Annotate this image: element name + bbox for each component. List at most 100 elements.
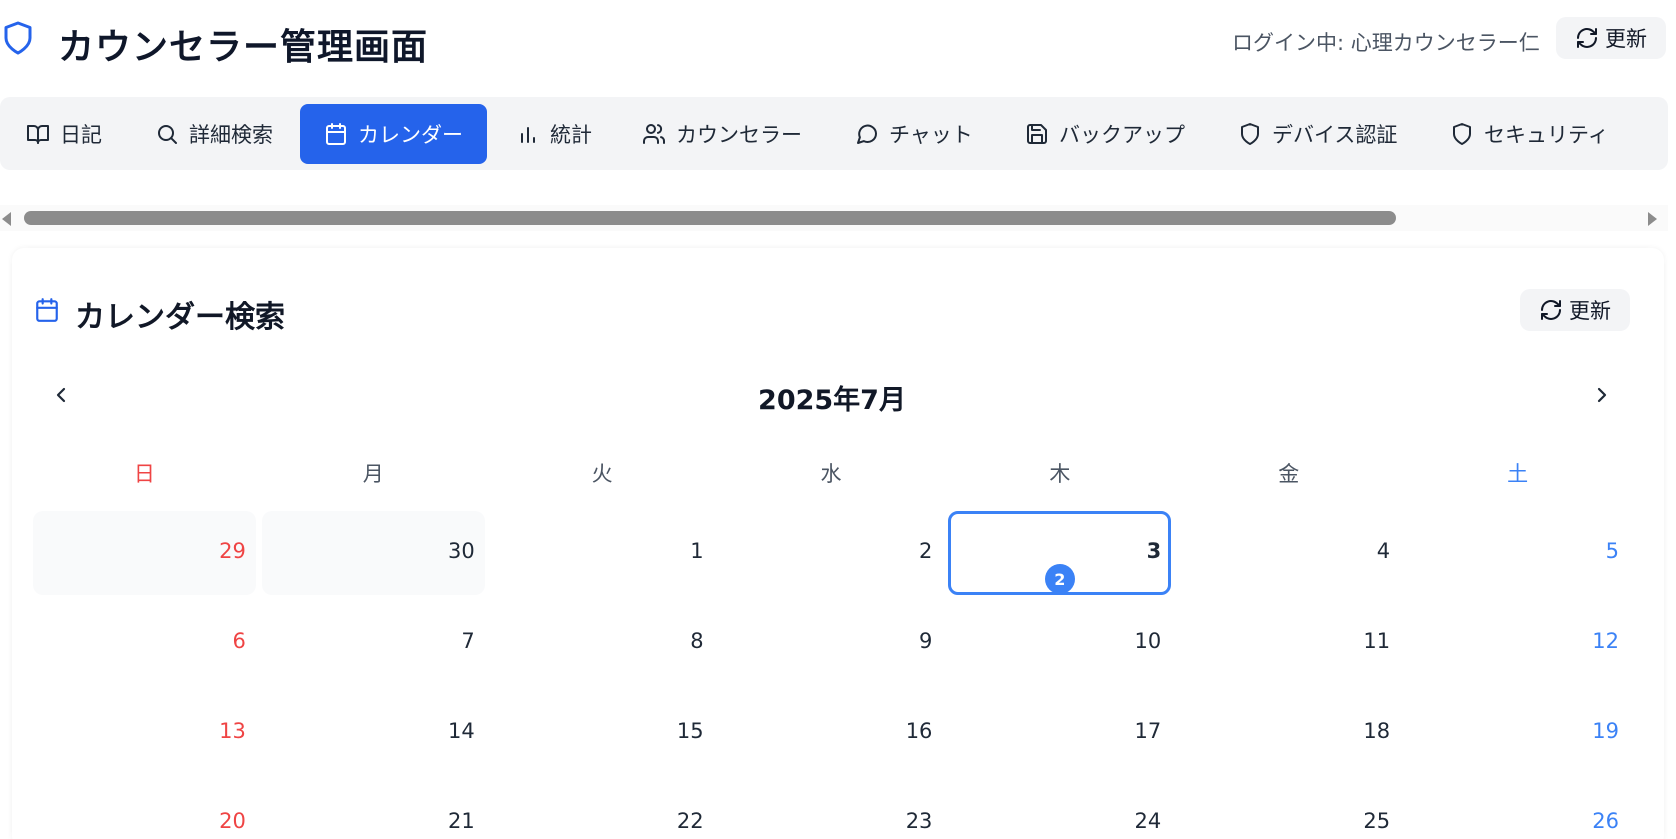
day-number: 8 — [690, 629, 704, 653]
day-number: 16 — [905, 719, 933, 743]
tab-statistics[interactable]: 統計 — [504, 104, 604, 164]
calendar-day[interactable]: 2 — [720, 511, 943, 595]
weekday-label: 水 — [820, 462, 842, 486]
tab-label: チャット — [889, 123, 973, 147]
calendar-day[interactable]: 26 — [1406, 781, 1629, 839]
tab-chat[interactable]: チャット — [843, 104, 985, 164]
tab-backup[interactable]: バックアップ — [1013, 104, 1197, 164]
calendar-day[interactable]: 29 — [33, 511, 256, 595]
entry-count-badge: 2 — [1044, 564, 1075, 594]
shield-icon — [4, 21, 32, 55]
tab-device-auth[interactable]: デバイス認証 — [1226, 104, 1409, 164]
next-month-button[interactable] — [1587, 380, 1617, 410]
scroll-left-arrow-icon[interactable] — [2, 212, 11, 226]
day-number: 12 — [1592, 629, 1619, 653]
calendar-day-today[interactable]: 32 — [948, 511, 1172, 595]
calendar-day[interactable]: 17 — [948, 691, 1171, 775]
day-number: 22 — [676, 809, 704, 833]
calendar-day[interactable]: 6 — [33, 601, 256, 685]
calendar-day[interactable]: 24 — [948, 781, 1171, 839]
weekday-label: 土 — [1507, 462, 1529, 486]
calendar-day[interactable]: 14 — [262, 691, 485, 775]
calendar-day[interactable]: 13 — [33, 691, 256, 775]
calendar-day[interactable]: 20 — [33, 781, 256, 839]
tab-diary[interactable]: 日記 — [14, 104, 114, 164]
calendar-day[interactable]: 4 — [1177, 511, 1400, 595]
calendar-grid: 29 30 1 2 3 2 4 5 6 7 8 9 10 11 12 13 14 15 16 17 18 19 20 21 22… — [33, 511, 1629, 839]
weekday-header: 日 月 火 水 木 金 土 — [33, 458, 1629, 488]
day-number: 26 — [1592, 809, 1619, 833]
day-number: 24 — [1134, 809, 1162, 833]
calendar-icon — [326, 123, 346, 145]
tab-label: バックアップ — [1059, 123, 1185, 147]
tab-label: 日記 — [60, 123, 102, 147]
calendar-day[interactable]: 18 — [1177, 691, 1400, 775]
calendar-day[interactable]: 8 — [491, 601, 714, 685]
refresh-label: 更新 — [1605, 27, 1647, 51]
tab-calendar[interactable]: カレンダー — [300, 104, 487, 164]
day-number: 30 — [447, 539, 475, 563]
refresh-label: 更新 — [1569, 299, 1611, 323]
tab-bar: 日記 詳細検索 カレンダー 統計 カウンセラー チャット バックアップ デバイス… — [0, 97, 1668, 170]
refresh-icon — [1577, 28, 1597, 48]
day-number: 7 — [461, 629, 475, 653]
calendar-day[interactable]: 25 — [1177, 781, 1400, 839]
day-number: 10 — [1134, 629, 1162, 653]
calendar-day[interactable]: 21 — [262, 781, 485, 839]
day-number: 5 — [1605, 539, 1619, 563]
tab-label: セキュリティ — [1484, 123, 1609, 147]
calendar-day[interactable]: 19 — [1406, 691, 1629, 775]
calendar-day[interactable]: 30 — [261, 511, 485, 595]
tab-label: カウンセラー — [676, 123, 802, 147]
month-label: 2025年7月 — [758, 385, 906, 416]
day-number: 4 — [1376, 539, 1391, 563]
calendar-day[interactable]: 15 — [491, 691, 714, 775]
day-number: 23 — [905, 809, 933, 833]
weekday-label: 火 — [591, 462, 613, 486]
calendar-day[interactable]: 11 — [1177, 601, 1400, 685]
weekday-label: 日 — [133, 462, 155, 486]
weekday-label: 木 — [1049, 462, 1071, 486]
calendar-day[interactable]: 7 — [262, 601, 485, 685]
day-number: 2 — [919, 539, 933, 563]
tab-overflow[interactable] — [1654, 104, 1668, 164]
calendar-day[interactable]: 22 — [491, 781, 714, 839]
calendar-refresh-button[interactable]: 更新 — [1520, 289, 1630, 331]
tab-scrollbar[interactable] — [0, 205, 1668, 231]
tab-label: デバイス認証 — [1272, 123, 1398, 147]
scrollbar-thumb[interactable] — [24, 211, 1396, 225]
day-number: 14 — [447, 719, 475, 743]
day-number: 11 — [1363, 629, 1391, 653]
calendar-day[interactable]: 10 — [948, 601, 1171, 685]
day-number: 17 — [1134, 719, 1162, 743]
tab-label: 詳細検索 — [189, 123, 273, 147]
calendar-title: カレンダー検索 — [75, 300, 285, 335]
users-icon — [643, 124, 666, 144]
login-status: ログイン中: 心理カウンセラー仁 — [1232, 31, 1540, 55]
calendar-day[interactable]: 12 — [1406, 601, 1629, 685]
day-number: 9 — [919, 629, 933, 653]
book-open-icon — [27, 125, 49, 144]
day-number: 25 — [1363, 809, 1391, 833]
calendar-day[interactable]: 9 — [720, 601, 943, 685]
save-icon — [1027, 124, 1047, 144]
header-refresh-button[interactable]: 更新 — [1556, 17, 1666, 59]
day-number: 13 — [219, 719, 246, 743]
tab-counselors[interactable]: カウンセラー — [630, 104, 814, 164]
calendar-day[interactable]: 23 — [720, 781, 943, 839]
day-number: 18 — [1363, 719, 1391, 743]
calendar-icon — [36, 298, 58, 322]
tab-advanced-search[interactable]: 詳細検索 — [143, 104, 285, 164]
shield-icon — [1453, 123, 1471, 145]
tab-security[interactable]: セキュリティ — [1438, 104, 1621, 164]
day-number: 6 — [232, 629, 246, 653]
search-icon — [158, 125, 177, 144]
tab-label: 統計 — [550, 123, 592, 147]
calendar-day[interactable]: 5 — [1406, 511, 1629, 595]
calendar-day[interactable]: 16 — [720, 691, 943, 775]
scroll-right-arrow-icon[interactable] — [1648, 212, 1657, 226]
message-circle-icon — [857, 124, 878, 144]
page-title: カウンセラー管理画面 — [58, 27, 429, 68]
day-number: 15 — [676, 719, 704, 743]
calendar-day[interactable]: 1 — [491, 511, 714, 595]
